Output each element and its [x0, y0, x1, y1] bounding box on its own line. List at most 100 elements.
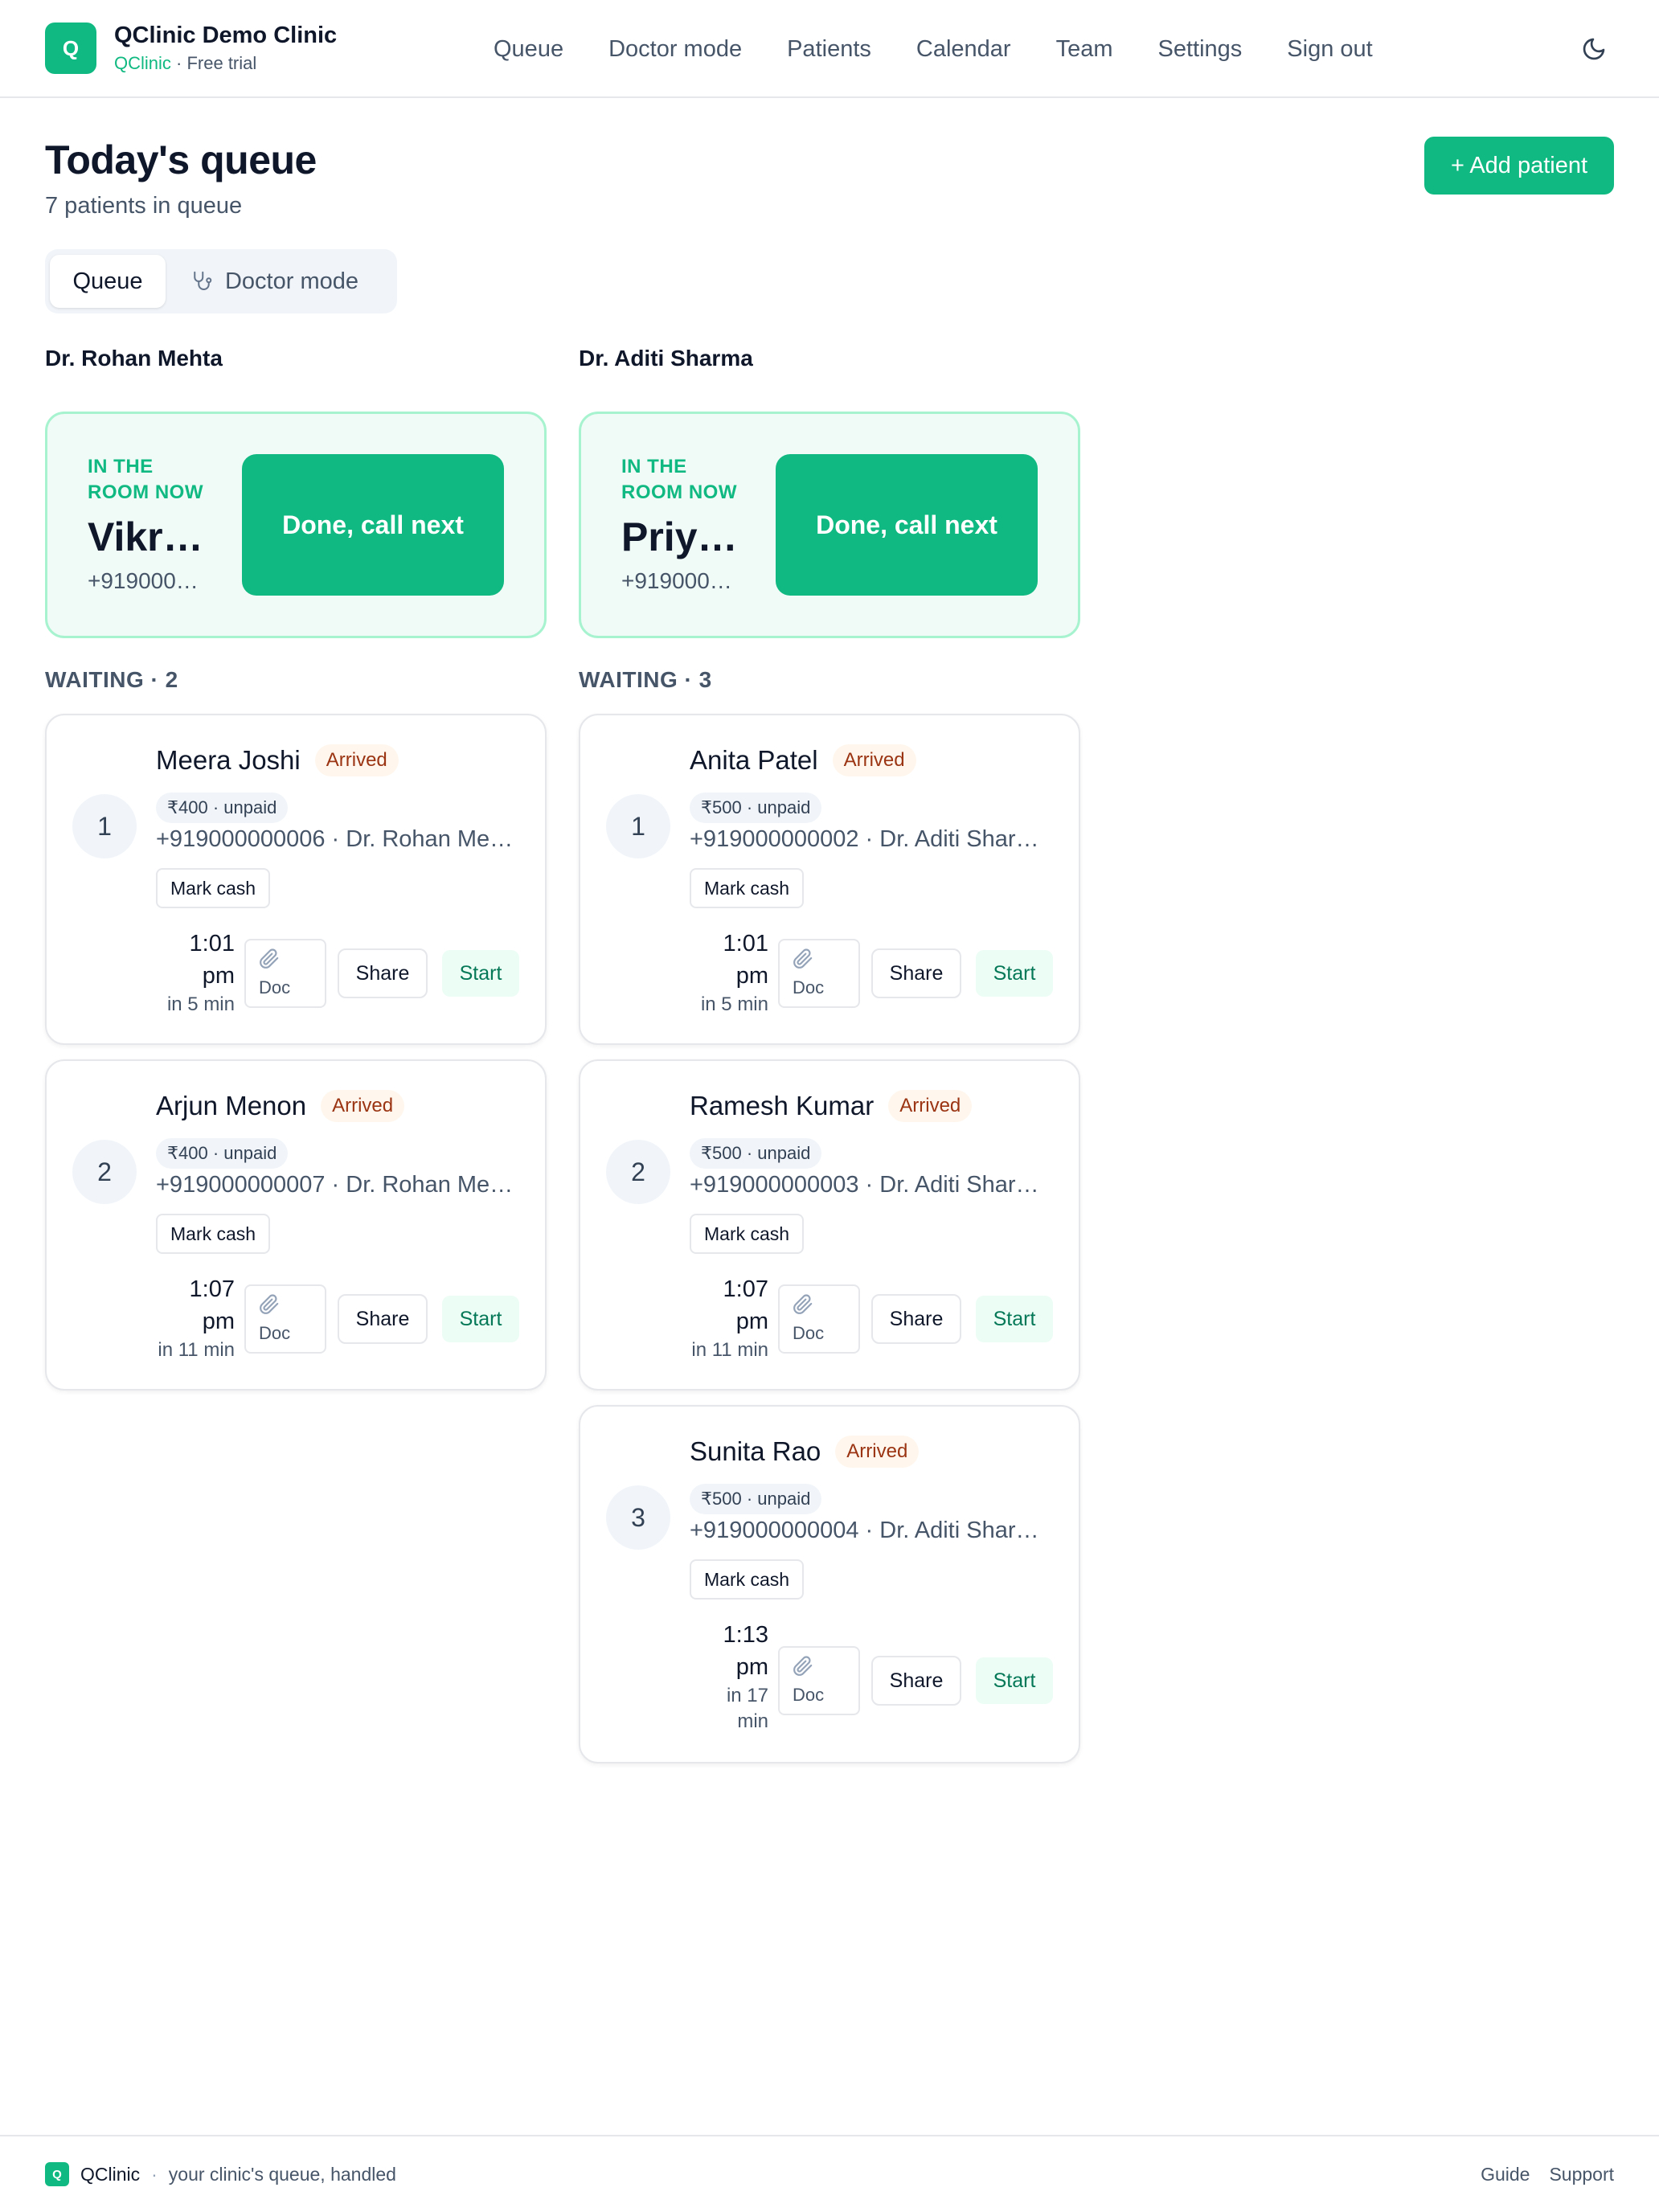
done-call-next-button[interactable]: Done, call next	[242, 454, 504, 596]
paperclip-icon	[793, 1656, 813, 1676]
doc-label: Doc	[793, 977, 825, 997]
nav-settings[interactable]: Settings	[1158, 36, 1243, 63]
nav-doctor-mode[interactable]: Doctor mode	[608, 36, 742, 63]
queue-position: 1	[606, 794, 670, 858]
share-button[interactable]: Share	[871, 948, 961, 998]
patient-card: 1 Meera Joshi Arrived ₹400 · unpaid +919…	[45, 714, 547, 1045]
now-label: IN THE ROOM NOW	[88, 456, 203, 503]
doctor-mode-tab[interactable]: Doctor mode	[166, 255, 383, 308]
patient-meta: +919000000006 · Dr. Rohan Me…	[156, 826, 514, 852]
appointment-time: 1:01 pm in 5 min	[701, 928, 768, 1018]
status-badge: Arrived	[888, 1090, 973, 1122]
now-label: IN THE ROOM NOW	[621, 456, 737, 503]
theme-toggle-button[interactable]	[1574, 29, 1614, 69]
start-button[interactable]: Start	[976, 1296, 1053, 1342]
nav-sign-out[interactable]: Sign out	[1287, 36, 1372, 63]
nav-calendar[interactable]: Calendar	[916, 36, 1011, 63]
patient-meta: +919000000002 · Dr. Aditi Shar…	[690, 826, 1039, 852]
doctor-name: Dr. Aditi Sharma	[579, 346, 753, 371]
plan-label: · Free trial	[176, 52, 257, 73]
footer-brand: QClinic	[80, 2163, 141, 2185]
time-relative: in 17 min	[726, 1685, 768, 1732]
paperclip-icon	[793, 1294, 813, 1314]
time-relative: in 11 min	[691, 1339, 768, 1361]
doc-label: Doc	[259, 1323, 291, 1343]
mark-cash-button[interactable]: Mark cash	[690, 868, 805, 908]
queue-view-tab[interactable]: Queue	[50, 255, 166, 308]
product-name: QClinic	[114, 52, 171, 73]
mark-cash-button[interactable]: Mark cash	[690, 1214, 805, 1254]
start-button[interactable]: Start	[442, 950, 519, 997]
patient-name: Ramesh Kumar	[690, 1091, 875, 1120]
status-badge: Arrived	[832, 744, 916, 776]
mark-cash-button[interactable]: Mark cash	[156, 1214, 271, 1254]
patient-name: Meera Joshi	[156, 745, 301, 775]
share-button[interactable]: Share	[338, 948, 428, 998]
mark-cash-button[interactable]: Mark cash	[156, 868, 271, 908]
fee-badge: ₹500 · unpaid	[690, 793, 822, 823]
time-value: 1:13 pm	[723, 1622, 768, 1680]
patient-meta: +919000000004 · Dr. Aditi Shar…	[690, 1518, 1039, 1543]
now-serving-card: IN THE ROOM NOW Priy… +919000… Done, cal…	[579, 412, 1080, 638]
clinic-name: QClinic Demo Clinic	[114, 22, 338, 48]
patient-card: 2 Arjun Menon Arrived ₹400 · unpaid +919…	[45, 1059, 547, 1391]
patient-card: 1 Anita Patel Arrived ₹500 · unpaid +919…	[579, 714, 1080, 1045]
now-patient-name: Vikr…	[88, 514, 203, 559]
doc-button[interactable]: Doc	[778, 1284, 860, 1354]
main-nav: Queue Doctor mode Patients Calendar Team…	[494, 0, 1373, 98]
time-value: 1:07 pm	[723, 1276, 768, 1334]
queue-count: 7 patients in queue	[45, 193, 243, 219]
doctor-column-aditi-sharma: Dr. Aditi Sharma IN THE ROOM NOW Priy… +…	[579, 346, 1080, 1763]
done-call-next-button[interactable]: Done, call next	[776, 454, 1038, 596]
share-button[interactable]: Share	[871, 1294, 961, 1344]
fee-badge: ₹400 · unpaid	[156, 1138, 289, 1169]
time-value: 1:01 pm	[723, 931, 768, 989]
footer: Q QClinic · your clinic's queue, handled…	[0, 2135, 1659, 2212]
queue-position: 1	[72, 794, 137, 858]
fee-badge: ₹500 · unpaid	[690, 1484, 822, 1514]
status-badge: Arrived	[321, 1090, 405, 1122]
nav-team[interactable]: Team	[1056, 36, 1113, 63]
footer-separator: ·	[151, 2163, 158, 2185]
moon-icon	[1583, 38, 1605, 60]
start-button[interactable]: Start	[976, 1657, 1053, 1704]
mark-cash-button[interactable]: Mark cash	[690, 1559, 805, 1600]
now-patient-name: Priy…	[621, 514, 738, 559]
patient-name: Anita Patel	[690, 745, 818, 775]
time-value: 1:07 pm	[189, 1276, 235, 1334]
patient-name: Sunita Rao	[690, 1436, 821, 1466]
doc-label: Doc	[793, 1685, 825, 1705]
nav-patients[interactable]: Patients	[787, 36, 871, 63]
footer-links: Guide Support	[1481, 2164, 1614, 2185]
share-button[interactable]: Share	[338, 1294, 428, 1344]
paperclip-icon	[793, 948, 813, 969]
now-patient-phone: +919000…	[88, 568, 199, 593]
clinic-logo: Q	[45, 23, 96, 74]
now-serving-card: IN THE ROOM NOW Vikr… +919000… Done, cal…	[45, 412, 547, 638]
paperclip-icon	[260, 948, 279, 969]
paperclip-icon	[260, 1294, 279, 1314]
patient-card: 3 Sunita Rao Arrived ₹500 · unpaid +9190…	[579, 1405, 1080, 1763]
doc-button[interactable]: Doc	[244, 1284, 326, 1354]
appointment-time: 1:07 pm in 11 min	[158, 1273, 235, 1363]
doctor-column-rohan-mehta: Dr. Rohan Mehta IN THE ROOM NOW Vikr… +9…	[45, 346, 547, 1391]
start-button[interactable]: Start	[442, 1296, 519, 1342]
patient-meta: +919000000007 · Dr. Rohan Me…	[156, 1172, 514, 1198]
doc-label: Doc	[793, 1323, 825, 1343]
nav-queue[interactable]: Queue	[494, 36, 563, 63]
add-patient-button[interactable]: + Add patient	[1424, 137, 1614, 195]
time-relative: in 5 min	[166, 993, 235, 1015]
view-toggle: Queue Doctor mode	[45, 249, 397, 313]
guide-link[interactable]: Guide	[1481, 2164, 1530, 2185]
fee-badge: ₹500 · unpaid	[690, 1138, 822, 1169]
doc-button[interactable]: Doc	[244, 939, 326, 1008]
patient-meta: +919000000003 · Dr. Aditi Shar…	[690, 1172, 1039, 1198]
time-value: 1:01 pm	[189, 931, 235, 989]
support-link[interactable]: Support	[1549, 2164, 1614, 2185]
status-badge: Arrived	[314, 744, 399, 776]
share-button[interactable]: Share	[871, 1656, 961, 1706]
doc-button[interactable]: Doc	[778, 1646, 860, 1715]
doc-button[interactable]: Doc	[778, 939, 860, 1008]
start-button[interactable]: Start	[976, 950, 1053, 997]
queue-view-label: Queue	[72, 268, 143, 294]
